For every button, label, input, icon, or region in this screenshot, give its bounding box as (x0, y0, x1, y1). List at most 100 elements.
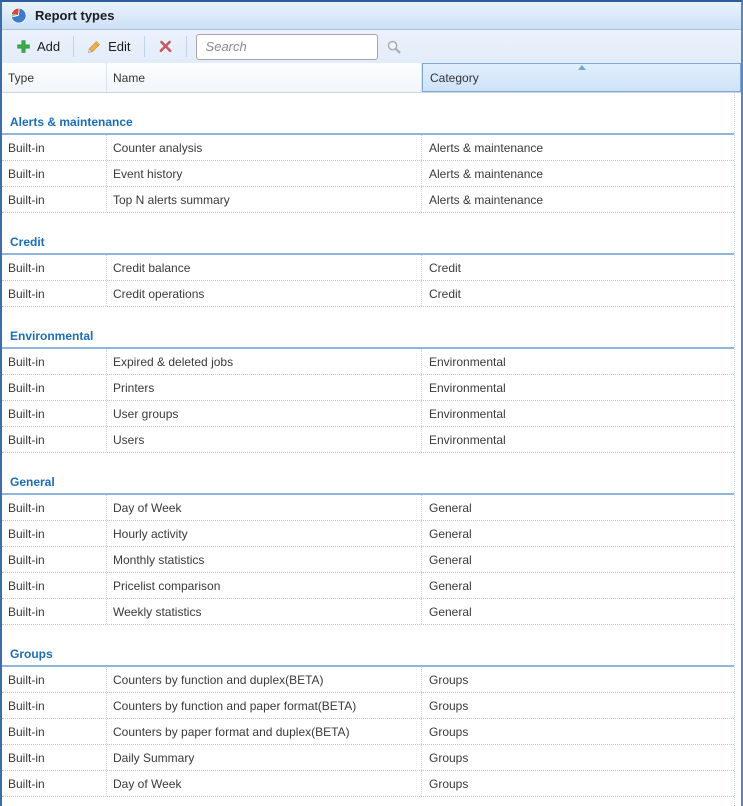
table-row[interactable]: Built-inWeekly statisticsGeneral (2, 599, 734, 625)
table-row[interactable]: Built-inUser groupsEnvironmental (2, 401, 734, 427)
table-row[interactable]: Built-inCounter analysisAlerts & mainten… (2, 135, 734, 161)
cell-type: Built-in (2, 255, 107, 280)
report-types-grid: Type Name Category Alerts & maintenanceB… (2, 63, 741, 806)
add-button-label: Add (37, 39, 60, 54)
column-header-name-label: Name (113, 71, 145, 85)
group-header: Environmental (2, 326, 741, 347)
cell-type: Built-in (2, 771, 107, 796)
cell-category: General (422, 521, 734, 546)
cell-type: Built-in (2, 599, 107, 624)
cell-category: Credit (422, 255, 734, 280)
group-header: Groups (2, 644, 741, 665)
table-row[interactable]: Built-inDaily SummaryGroups (2, 745, 734, 771)
group-gap (2, 307, 741, 326)
group-header: General (2, 472, 741, 493)
cell-name: User groups (107, 401, 422, 426)
window-title: Report types (35, 8, 114, 23)
cell-type: Built-in (2, 547, 107, 572)
cell-type: Built-in (2, 161, 107, 186)
cell-type: Built-in (2, 693, 107, 718)
table-row[interactable]: Built-inHourly activityGeneral (2, 521, 734, 547)
cell-type: Built-in (2, 401, 107, 426)
table-row[interactable]: Built-inCounters by function and duplex(… (2, 667, 734, 693)
table-row[interactable]: Built-inTop N alerts summaryAlerts & mai… (2, 187, 734, 213)
cell-type: Built-in (2, 187, 107, 212)
toolbar-separator (186, 36, 187, 57)
cell-type: Built-in (2, 521, 107, 546)
edit-button-label: Edit (108, 39, 130, 54)
cell-category: Alerts & maintenance (422, 135, 734, 160)
cell-category: Environmental (422, 349, 734, 374)
column-header-type-label: Type (8, 71, 34, 85)
toolbar-separator (144, 36, 145, 57)
cell-name: Credit balance (107, 255, 422, 280)
table-row[interactable]: Built-inEvent historyAlerts & maintenanc… (2, 161, 734, 187)
cell-name: Users (107, 427, 422, 452)
cell-category: Groups (422, 667, 734, 692)
cell-category: Groups (422, 719, 734, 744)
cell-type: Built-in (2, 745, 107, 770)
column-header-category[interactable]: Category (422, 63, 741, 92)
pencil-icon (87, 39, 102, 54)
column-header-name[interactable]: Name (107, 63, 422, 92)
group-gap (2, 625, 741, 644)
toolbar: Add Edit (2, 30, 741, 63)
table-row[interactable]: Built-inUsersEnvironmental (2, 427, 734, 453)
cell-category: Credit (422, 281, 734, 306)
search-icon[interactable] (386, 39, 402, 55)
titlebar: Report types (2, 2, 741, 30)
right-strip (734, 93, 741, 806)
cell-name: Weekly statistics (107, 599, 422, 624)
table-row[interactable]: Built-inCounters by function and paper f… (2, 693, 734, 719)
cell-name: Event history (107, 161, 422, 186)
delete-x-icon (158, 39, 173, 54)
delete-button[interactable] (150, 34, 181, 60)
edit-button[interactable]: Edit (79, 34, 138, 60)
cell-name: Day of Week (107, 495, 422, 520)
table-row[interactable]: Built-inCredit balanceCredit (2, 255, 734, 281)
grid-header-row: Type Name Category (2, 63, 741, 93)
cell-name: Top N alerts summary (107, 187, 422, 212)
cell-name: Daily Summary (107, 745, 422, 770)
cell-category: General (422, 573, 734, 598)
table-row[interactable]: Built-inDay of WeekGroups (2, 771, 734, 797)
cell-name: Printers (107, 375, 422, 400)
column-header-type[interactable]: Type (2, 63, 107, 92)
cell-name: Hourly activity (107, 521, 422, 546)
table-row[interactable]: Built-inCredit operationsCredit (2, 281, 734, 307)
add-button[interactable]: Add (8, 34, 68, 60)
table-row[interactable]: Built-inPricelist comparisonGeneral (2, 573, 734, 599)
cell-name: Expired & deleted jobs (107, 349, 422, 374)
group-header: Alerts & maintenance (2, 112, 741, 133)
table-row[interactable]: Built-inPrintersEnvironmental (2, 375, 734, 401)
search-input[interactable] (197, 36, 386, 58)
group-gap (2, 453, 741, 472)
cell-name: Counters by function and paper format(BE… (107, 693, 422, 718)
cell-category: Groups (422, 745, 734, 770)
table-row[interactable]: Built-inMonthly statisticsGeneral (2, 547, 734, 573)
group-gap (2, 93, 741, 112)
table-row[interactable]: Built-inDay of WeekGeneral (2, 495, 734, 521)
cell-type: Built-in (2, 427, 107, 452)
cell-type: Built-in (2, 349, 107, 374)
cell-type: Built-in (2, 281, 107, 306)
table-row[interactable]: Built-inCounters by paper format and dup… (2, 719, 734, 745)
report-types-window: Report types Add Edit (0, 0, 743, 806)
search-box (196, 34, 378, 60)
cell-type: Built-in (2, 667, 107, 692)
cell-name: Monthly statistics (107, 547, 422, 572)
cell-type: Built-in (2, 719, 107, 744)
cell-name: Counter analysis (107, 135, 422, 160)
cell-category: Alerts & maintenance (422, 187, 734, 212)
cell-name: Credit operations (107, 281, 422, 306)
grid-body: Alerts & maintenanceBuilt-inCounter anal… (2, 93, 741, 806)
cell-name: Counters by function and duplex(BETA) (107, 667, 422, 692)
table-row[interactable]: Built-inExpired & deleted jobsEnvironmen… (2, 349, 734, 375)
cell-category: General (422, 599, 734, 624)
cell-category: Groups (422, 771, 734, 796)
cell-type: Built-in (2, 375, 107, 400)
pie-chart-icon (10, 7, 27, 24)
plus-icon (16, 39, 31, 54)
cell-category: Environmental (422, 401, 734, 426)
cell-type: Built-in (2, 495, 107, 520)
